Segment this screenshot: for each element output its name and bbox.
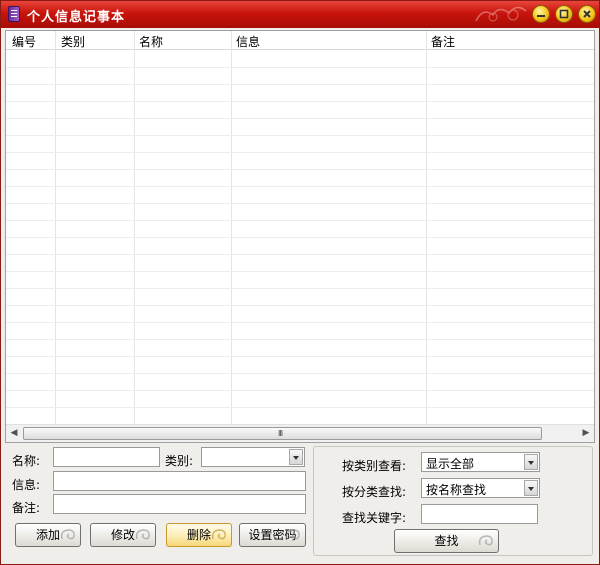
scroll-grip: III <box>278 429 283 438</box>
search-by-type-label: 按分类查找: <box>342 485 407 499</box>
name-label: 名称: <box>12 454 41 468</box>
table-row <box>6 237 594 238</box>
column-divider <box>231 31 232 424</box>
table-row <box>6 152 594 153</box>
column-header-name[interactable]: 名称 <box>139 33 163 50</box>
title-bar[interactable]: 个人信息记事本 <box>1 1 599 28</box>
column-header-note[interactable]: 备注 <box>431 33 455 50</box>
table-row <box>6 407 594 408</box>
keyword-label: 查找关键字: <box>342 511 407 525</box>
note-label: 备注: <box>12 501 41 515</box>
minimize-icon <box>537 15 545 17</box>
delete-button[interactable]: 删除 <box>166 523 232 547</box>
chevron-down-icon[interactable] <box>289 449 303 465</box>
table-row <box>6 254 594 255</box>
table-row <box>6 220 594 221</box>
table-row <box>6 67 594 68</box>
column-divider <box>134 31 135 424</box>
maximize-button[interactable] <box>555 5 573 23</box>
search-button-label: 查找 <box>434 534 459 548</box>
search-by-type-select[interactable]: 按名称查找 <box>421 478 540 498</box>
notebook-icon <box>8 6 20 22</box>
table-row <box>6 271 594 272</box>
swirl-icon <box>60 529 75 540</box>
table-row <box>6 339 594 340</box>
table-row <box>6 373 594 374</box>
column-header-info[interactable]: 信息 <box>236 33 260 50</box>
view-by-category-label: 按类别查看: <box>342 459 407 473</box>
table-row <box>6 356 594 357</box>
column-divider <box>426 31 427 424</box>
modify-button[interactable]: 修改 <box>90 523 156 547</box>
view-by-category-select[interactable]: 显示全部 <box>421 452 540 472</box>
view-by-category-value: 显示全部 <box>426 457 475 471</box>
chevron-down-icon[interactable] <box>524 480 538 496</box>
cloud-pattern-icon <box>475 6 527 22</box>
modify-button-label: 修改 <box>110 528 135 542</box>
window-title: 个人信息记事本 <box>27 10 126 25</box>
keyword-input[interactable] <box>421 504 538 524</box>
table-header: 编号 类别 名称 信息 备注 <box>6 31 594 50</box>
close-icon <box>583 10 591 18</box>
table-row <box>6 288 594 289</box>
column-divider <box>55 31 56 424</box>
table-row <box>6 203 594 204</box>
table-row <box>6 322 594 323</box>
category-label: 类别: <box>165 454 194 468</box>
maximize-icon <box>559 9 569 19</box>
table-row <box>6 84 594 85</box>
set-password-button[interactable]: 设置密码 <box>239 523 306 547</box>
add-button[interactable]: 添加 <box>15 523 81 547</box>
name-field[interactable] <box>53 447 160 467</box>
search-button[interactable]: 查找 <box>394 529 499 553</box>
search-by-type-value: 按名称查找 <box>426 483 487 497</box>
column-header-category[interactable]: 类别 <box>61 33 85 50</box>
swirl-icon <box>135 529 150 540</box>
records-table[interactable]: 编号 类别 名称 信息 备注 ◀ III ▶ <box>5 30 595 443</box>
category-select[interactable] <box>201 447 305 467</box>
swirl-icon <box>478 535 493 546</box>
swirl-icon <box>211 529 226 540</box>
horizontal-scrollbar[interactable]: ◀ III ▶ <box>6 424 594 442</box>
table-row <box>6 305 594 306</box>
table-row <box>6 118 594 119</box>
scroll-left-icon[interactable]: ◀ <box>6 425 22 442</box>
table-row <box>6 101 594 102</box>
table-row <box>6 135 594 136</box>
table-row <box>6 186 594 187</box>
table-row <box>6 390 594 391</box>
note-field[interactable] <box>53 494 306 514</box>
info-label: 信息: <box>12 478 41 492</box>
scrollbar-thumb[interactable]: III <box>23 427 542 440</box>
delete-button-label: 删除 <box>186 528 211 542</box>
chevron-down-icon[interactable] <box>524 454 538 470</box>
info-field[interactable] <box>53 471 306 491</box>
scroll-right-icon[interactable]: ▶ <box>578 425 594 442</box>
close-button[interactable] <box>578 5 596 23</box>
column-header-id[interactable]: 编号 <box>12 33 36 50</box>
minimize-button[interactable] <box>532 5 550 23</box>
add-button-label: 添加 <box>35 528 60 542</box>
swirl-icon <box>285 529 300 540</box>
table-row <box>6 169 594 170</box>
main-window: 个人信息记事本 编号 类别 名称 信息 备注 ◀ III ▶ 名称: 类别: 信… <box>0 0 600 565</box>
